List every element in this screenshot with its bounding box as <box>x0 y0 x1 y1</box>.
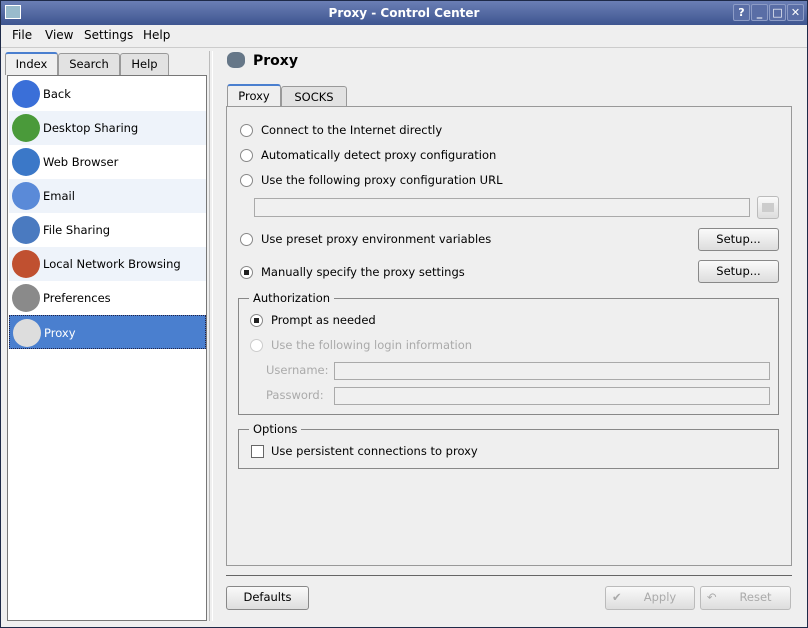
sidebar-item-label: Desktop Sharing <box>43 121 139 135</box>
proxy-option-radio-0[interactable] <box>240 124 253 137</box>
proxy-url-input[interactable] <box>254 198 750 217</box>
password-input[interactable] <box>334 387 770 405</box>
title-bar: Proxy - Control Center ? _ □ ✕ <box>1 1 807 25</box>
sidebar-item-label: Proxy <box>44 326 76 340</box>
manual-setup-button[interactable]: Setup... <box>698 260 779 283</box>
persistent-label[interactable]: Use persistent connections to proxy <box>271 444 478 458</box>
sidebar-item-desktop-sharing[interactable]: Desktop Sharing <box>9 111 206 145</box>
username-label: Username: <box>266 363 329 377</box>
tab-help[interactable]: Help <box>120 53 169 75</box>
sidebar-item-back[interactable]: Back <box>9 77 206 111</box>
sidebar-item-preferences[interactable]: Preferences <box>9 281 206 315</box>
open-file-button[interactable] <box>757 196 779 219</box>
sidebar-item-proxy[interactable]: Proxy <box>9 315 206 349</box>
file-sharing-icon <box>12 216 40 244</box>
proxy-option-radio-4[interactable] <box>240 266 253 279</box>
checkmark-icon: ✔ <box>612 590 622 604</box>
module-list: Back Desktop Sharing Web Browser Email File … <box>7 75 207 621</box>
web-browser-icon <box>12 148 40 176</box>
sidebar-item-email[interactable]: Email <box>9 179 206 213</box>
folder-icon <box>762 203 774 212</box>
defaults-button[interactable]: Defaults <box>226 586 309 610</box>
page-title: Proxy <box>253 53 298 69</box>
prompt-label[interactable]: Prompt as needed <box>271 313 376 327</box>
back-arrow-icon <box>12 80 40 108</box>
app-icon <box>5 5 21 19</box>
sidebar-item-label: Web Browser <box>43 155 119 169</box>
sidebar-item-label: Email <box>43 189 75 203</box>
proxy-option-radio-2[interactable] <box>240 174 253 187</box>
close-button[interactable]: ✕ <box>787 4 804 21</box>
sidebar-item-web-browser[interactable]: Web Browser <box>9 145 206 179</box>
login-info-label[interactable]: Use the following login information <box>271 338 472 352</box>
reset-button[interactable]: ↶ Reset <box>700 586 791 610</box>
tab-index[interactable]: Index <box>5 52 58 75</box>
menu-file[interactable]: File <box>12 28 32 42</box>
reset-icon: ↶ <box>707 590 717 604</box>
minimize-button[interactable]: _ <box>751 4 768 21</box>
prompt-radio[interactable] <box>250 314 263 327</box>
tab-proxy[interactable]: Proxy <box>227 84 281 107</box>
username-input[interactable] <box>334 362 770 380</box>
menu-bar: File View Settings Help <box>1 25 807 47</box>
maximize-button[interactable]: □ <box>769 4 786 21</box>
menu-view[interactable]: View <box>45 28 73 42</box>
proxy-option-label-2[interactable]: Use the following proxy configuration UR… <box>261 173 503 187</box>
proxy-option-label-3[interactable]: Use preset proxy environment variables <box>261 232 491 246</box>
tab-socks[interactable]: SOCKS <box>281 86 347 107</box>
proxy-option-radio-1[interactable] <box>240 149 253 162</box>
proxy-icon <box>13 319 41 347</box>
preferences-icon <box>12 284 40 312</box>
window-title: Proxy - Control Center <box>328 6 480 20</box>
menu-settings[interactable]: Settings <box>84 28 133 42</box>
authorization-title: Authorization <box>249 291 335 305</box>
email-icon <box>12 182 40 210</box>
sidebar-item-label: Back <box>43 87 71 101</box>
sidebar-item-local-network-browsing[interactable]: Local Network Browsing <box>9 247 206 281</box>
proxy-option-label-1[interactable]: Automatically detect proxy configuration <box>261 148 496 162</box>
splitter-handle[interactable] <box>209 51 213 621</box>
sidebar-item-label: Local Network Browsing <box>43 257 181 271</box>
window: Proxy - Control Center ? _ □ ✕ File View… <box>1 1 807 627</box>
reset-label: Reset <box>739 590 772 604</box>
login-info-radio[interactable] <box>250 339 263 352</box>
divider <box>1 47 807 48</box>
divider <box>226 575 792 576</box>
options-title: Options <box>249 422 302 436</box>
password-label: Password: <box>266 388 324 402</box>
sidebar-item-label: File Sharing <box>43 223 111 237</box>
proxy-option-label-0[interactable]: Connect to the Internet directly <box>261 123 442 137</box>
apply-label: Apply <box>643 590 677 604</box>
menu-help[interactable]: Help <box>143 28 170 42</box>
sidebar-item-label: Preferences <box>43 291 111 305</box>
proxy-option-radio-3[interactable] <box>240 233 253 246</box>
tab-search[interactable]: Search <box>58 53 120 75</box>
sidebar-item-file-sharing[interactable]: File Sharing <box>9 213 206 247</box>
apply-button[interactable]: ✔ Apply <box>605 586 695 610</box>
persistent-checkbox[interactable] <box>251 445 264 458</box>
help-button[interactable]: ? <box>733 4 750 21</box>
desktop-sharing-icon <box>12 114 40 142</box>
proxy-option-label-4[interactable]: Manually specify the proxy settings <box>261 265 465 279</box>
network-browsing-icon <box>12 250 40 278</box>
env-setup-button[interactable]: Setup... <box>698 228 779 251</box>
proxy-header-icon <box>227 52 245 68</box>
